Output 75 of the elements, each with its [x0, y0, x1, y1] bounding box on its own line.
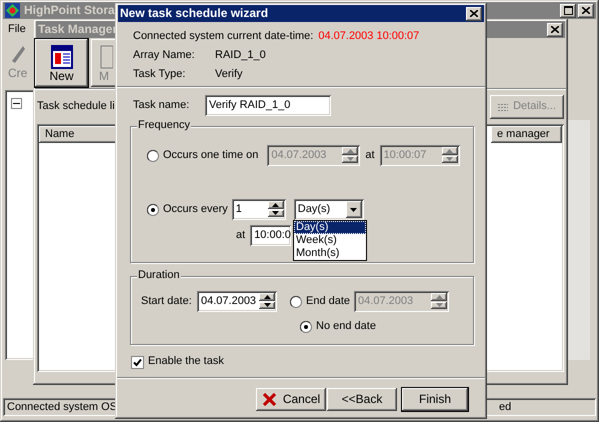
field-label: Task Type: — [133, 68, 186, 82]
radio-label: No end date — [316, 320, 376, 334]
toolbar-button[interactable]: New — [35, 39, 88, 87]
dropdown-button[interactable] — [346, 201, 362, 218]
spin-up-button[interactable] — [442, 147, 458, 154]
radio-label: Occurs one time on — [163, 148, 258, 162]
group-title: Frequency — [137, 119, 191, 132]
down-arrow-icon — [436, 303, 443, 308]
dropdown-option[interactable]: Month(s) — [294, 247, 366, 260]
maximize-icon — [564, 6, 572, 15]
checkbox-label: Enable the task — [148, 355, 224, 369]
up-arrow-icon — [264, 294, 270, 299]
down-arrow-icon — [346, 157, 354, 162]
radio-button[interactable] — [290, 296, 302, 308]
cancel-icon — [262, 392, 277, 407]
spin-up-button[interactable] — [268, 201, 284, 208]
dialog-button[interactable]: Cancel — [256, 388, 326, 411]
up-arrow-icon — [272, 202, 280, 207]
field-label: at — [365, 148, 375, 162]
dropdown-option[interactable]: Day(s) — [294, 221, 366, 234]
document-icon — [99, 44, 113, 69]
dropdown-option[interactable]: Week(s) — [294, 234, 366, 247]
radio-button[interactable] — [300, 320, 312, 333]
spin-down-button[interactable] — [442, 156, 458, 163]
field-label: Start date: — [141, 294, 193, 308]
radio-button[interactable] — [147, 204, 159, 216]
time-field[interactable]: 10:00:0 — [250, 225, 292, 246]
field-label: at — [236, 228, 246, 242]
field-label: Array Name: — [133, 49, 196, 63]
close-icon — [551, 26, 559, 33]
caret-icon — [350, 208, 358, 212]
close-icon — [470, 10, 478, 17]
app-icon — [5, 3, 20, 18]
column-header[interactable]: e manager — [491, 126, 562, 143]
unit-dropdown[interactable]: Day(s) — [294, 199, 364, 220]
checkbox[interactable] — [131, 356, 144, 368]
close-button[interactable] — [466, 6, 482, 20]
radio-button[interactable] — [147, 150, 159, 162]
list-label: Task schedule li — [37, 100, 115, 114]
window-title: HighPoint Stora — [24, 3, 115, 18]
up-arrow-icon — [446, 148, 454, 153]
spin-down-button[interactable] — [268, 210, 284, 217]
collapse-icon — [11, 98, 22, 109]
window-title: Task Manager — [38, 22, 118, 37]
maximize-button[interactable] — [560, 4, 576, 18]
close-button[interactable] — [547, 22, 563, 36]
window-title: New task schedule wizard — [120, 6, 268, 21]
count-field[interactable]: 1 — [232, 199, 286, 220]
field-value: Verify — [215, 68, 243, 82]
up-arrow-icon — [346, 148, 354, 153]
up-arrow-icon — [436, 294, 443, 299]
start-date-field[interactable]: 04.07.2003 — [197, 291, 277, 312]
radio-label: End date — [306, 294, 350, 308]
calendar-icon — [50, 44, 72, 69]
spin-down-button[interactable] — [342, 156, 358, 163]
field-label: Connected system current date-time: — [133, 30, 314, 44]
spin-up-button[interactable] — [259, 293, 275, 300]
task-name-field[interactable]: Verify RAID_1_0 — [205, 95, 331, 116]
close-button[interactable] — [578, 4, 594, 18]
menu-item[interactable]: File — [8, 23, 26, 37]
spin-down-button[interactable] — [259, 302, 275, 309]
spin-up-button[interactable] — [431, 293, 448, 300]
spin-down-button[interactable] — [431, 302, 448, 309]
down-arrow-icon — [272, 211, 280, 216]
down-arrow-icon — [446, 157, 454, 162]
field-value: 04.07.2003 10:00:07 — [318, 30, 420, 44]
down-arrow-icon — [264, 303, 270, 308]
dialog-button[interactable]: Finish — [402, 388, 468, 411]
radio-label: Occurs every — [163, 202, 228, 216]
field-label: Task name: — [133, 98, 190, 112]
dialog-button[interactable]: <<Back — [327, 388, 397, 411]
close-icon — [582, 7, 590, 14]
list-icon — [498, 104, 508, 110]
field-value: RAID_1_0 — [215, 49, 266, 63]
spin-up-button[interactable] — [342, 147, 358, 154]
